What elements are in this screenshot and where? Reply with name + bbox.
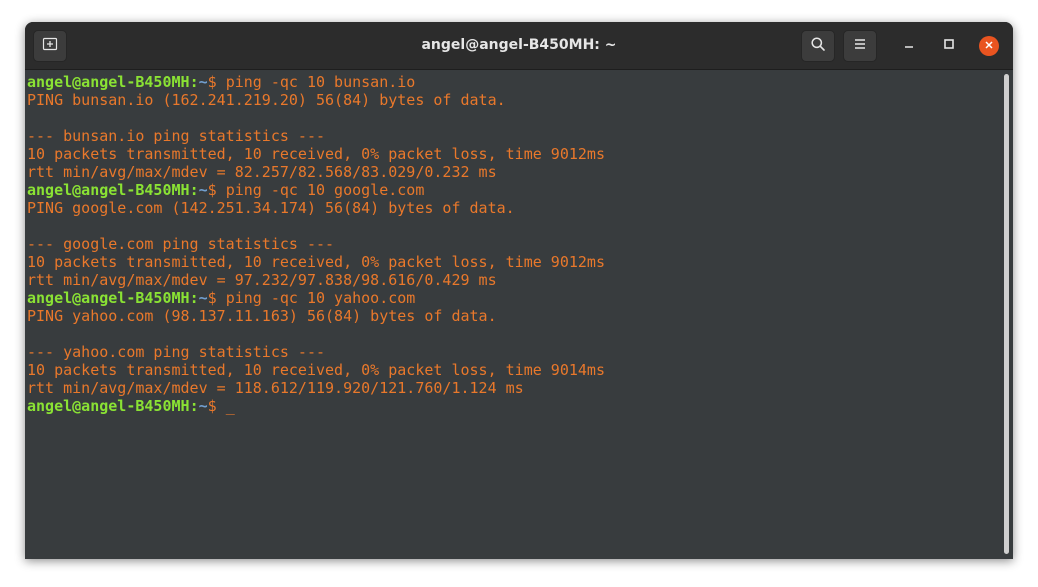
prompt-symbol: $ — [207, 181, 226, 199]
hamburger-menu-icon — [852, 36, 868, 57]
command-text: ping -qc 10 bunsan.io — [225, 73, 416, 91]
prompt-separator: : — [189, 73, 199, 91]
prompt-path: ~ — [198, 73, 208, 91]
output-line: --- google.com ping statistics --- — [27, 235, 335, 253]
prompt-line: angel@angel-B450MH:~$ _ — [27, 397, 1001, 415]
prompt-path: ~ — [198, 397, 208, 415]
title-bar[interactable]: angel@angel-B450MH: ~ — [25, 22, 1013, 70]
maximize-icon — [943, 37, 955, 55]
output-line: rtt min/avg/max/mdev = 118.612/119.920/1… — [27, 379, 524, 397]
command-text: ping -qc 10 google.com — [225, 181, 425, 199]
new-tab-button[interactable] — [33, 30, 67, 62]
command-text: ping -qc 10 yahoo.com — [225, 289, 416, 307]
output-line: 10 packets transmitted, 10 received, 0% … — [27, 361, 605, 379]
prompt-separator: : — [189, 289, 199, 307]
prompt-path: ~ — [198, 181, 208, 199]
terminal-window: angel@angel-B450MH: ~ angel@angel-B450MH… — [25, 22, 1013, 559]
search-icon — [810, 36, 826, 57]
search-button[interactable] — [801, 30, 835, 62]
output-line: PING bunsan.io (162.241.219.20) 56(84) b… — [27, 91, 506, 109]
maximize-button[interactable] — [939, 36, 959, 56]
minimize-icon — [903, 37, 915, 55]
prompt-user: angel@angel-B450MH — [27, 289, 190, 307]
close-icon — [984, 37, 994, 55]
prompt-separator: : — [189, 181, 199, 199]
scrollbar[interactable] — [1004, 74, 1009, 554]
prompt-line: angel@angel-B450MH:~$ ping -qc 10 yahoo.… — [27, 289, 1001, 307]
output-line: PING google.com (142.251.34.174) 56(84) … — [27, 199, 515, 217]
output-line: rtt min/avg/max/mdev = 97.232/97.838/98.… — [27, 271, 497, 289]
prompt-user: angel@angel-B450MH — [27, 181, 190, 199]
output-line: --- yahoo.com ping statistics --- — [27, 343, 326, 361]
output-line: PING yahoo.com (98.137.11.163) 56(84) by… — [27, 307, 497, 325]
prompt-user: angel@angel-B450MH — [27, 73, 190, 91]
terminal-cursor: _ — [225, 397, 235, 415]
prompt-symbol: $ — [207, 397, 226, 415]
output-line: rtt min/avg/max/mdev = 82.257/82.568/83.… — [27, 163, 497, 181]
output-line: 10 packets transmitted, 10 received, 0% … — [27, 253, 605, 271]
new-tab-icon — [42, 36, 58, 57]
output-line: 10 packets transmitted, 10 received, 0% … — [27, 145, 605, 163]
output-line: --- bunsan.io ping statistics --- — [27, 127, 326, 145]
close-button[interactable] — [979, 36, 999, 56]
prompt-path: ~ — [198, 289, 208, 307]
minimize-button[interactable] — [899, 36, 919, 56]
terminal-output[interactable]: angel@angel-B450MH:~$ ping -qc 10 bunsan… — [25, 70, 1001, 559]
prompt-line: angel@angel-B450MH:~$ ping -qc 10 bunsan… — [27, 73, 1001, 91]
prompt-symbol: $ — [207, 289, 226, 307]
prompt-symbol: $ — [207, 73, 226, 91]
prompt-separator: : — [189, 397, 199, 415]
prompt-line: angel@angel-B450MH:~$ ping -qc 10 google… — [27, 181, 1001, 199]
menu-button[interactable] — [843, 30, 877, 62]
prompt-user: angel@angel-B450MH — [27, 397, 190, 415]
